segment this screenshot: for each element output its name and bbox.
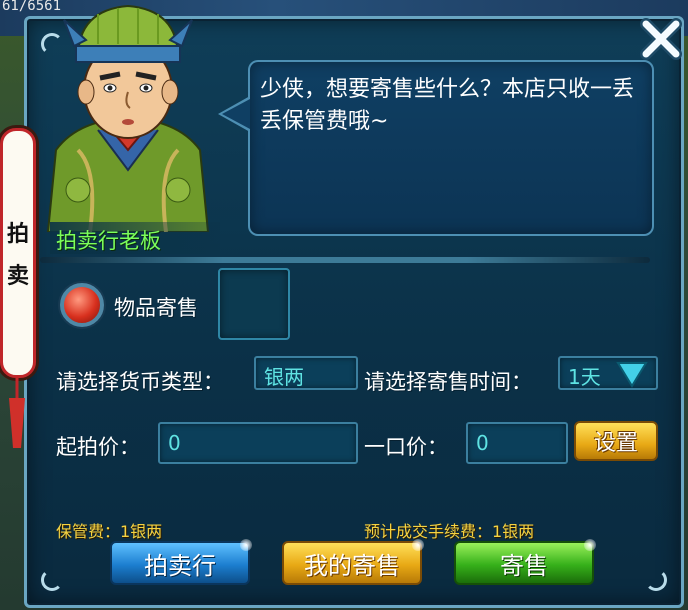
storage-fee-text: 保管费：1银两: [56, 522, 163, 541]
npc-dialogue-text: 少侠，想要寄售些什么？本店只收一丢丢保管费哦~: [260, 77, 635, 134]
my-consignments-button[interactable]: 我的寄售: [282, 539, 424, 585]
bubble-tail-inner: [222, 99, 250, 129]
start-price-value: 0: [168, 431, 181, 455]
trade-fee-text: 预计成交手续费：1银两: [364, 522, 535, 541]
item-consign-label: 物品寄售: [114, 296, 198, 320]
section-divider: [40, 257, 650, 263]
my-consignments-label: 我的寄售: [304, 551, 400, 580]
buyout-value: 0: [476, 431, 489, 455]
time-value: 1天: [568, 365, 601, 389]
side-tab-auction[interactable]: 拍 卖: [0, 128, 36, 378]
corner-ornament: [41, 569, 63, 591]
buyout-label: 一口价：: [364, 435, 448, 459]
corner-ornament: [645, 569, 667, 591]
consign-label: 寄售: [500, 551, 548, 580]
dialogue-bubble: 少侠，想要寄售些什么？本店只收一丢丢保管费哦~: [248, 60, 654, 236]
close-button[interactable]: [636, 14, 686, 64]
time-label: 请选择寄售时间：: [364, 370, 532, 394]
start-price-input[interactable]: 0: [158, 422, 358, 464]
npc-portrait: [46, 4, 210, 232]
chevron-down-icon[interactable]: [616, 360, 648, 388]
buyout-input[interactable]: 0: [466, 422, 568, 464]
tassel-ornament: [9, 378, 25, 448]
currency-value: 银两: [264, 365, 304, 389]
close-icon: [640, 18, 682, 60]
set-button[interactable]: 设置: [574, 421, 658, 461]
sparkle-icon: [240, 539, 252, 551]
item-slot[interactable]: [218, 268, 290, 340]
consign-button[interactable]: 寄售: [454, 539, 596, 585]
start-price-label: 起拍价：: [56, 435, 140, 459]
sparkle-icon: [412, 539, 424, 551]
npc-name: 拍卖行老板: [56, 229, 161, 253]
currency-select[interactable]: 银两: [254, 356, 358, 390]
side-tab-char: 卖: [6, 263, 29, 289]
sparkle-icon: [584, 539, 596, 551]
auction-house-button[interactable]: 拍卖行: [110, 539, 252, 585]
currency-label: 请选择货币类型：: [56, 370, 224, 394]
item-consign-radio[interactable]: [60, 283, 104, 327]
side-tab-char: 拍: [6, 221, 29, 247]
auction-house-label: 拍卖行: [144, 551, 216, 580]
